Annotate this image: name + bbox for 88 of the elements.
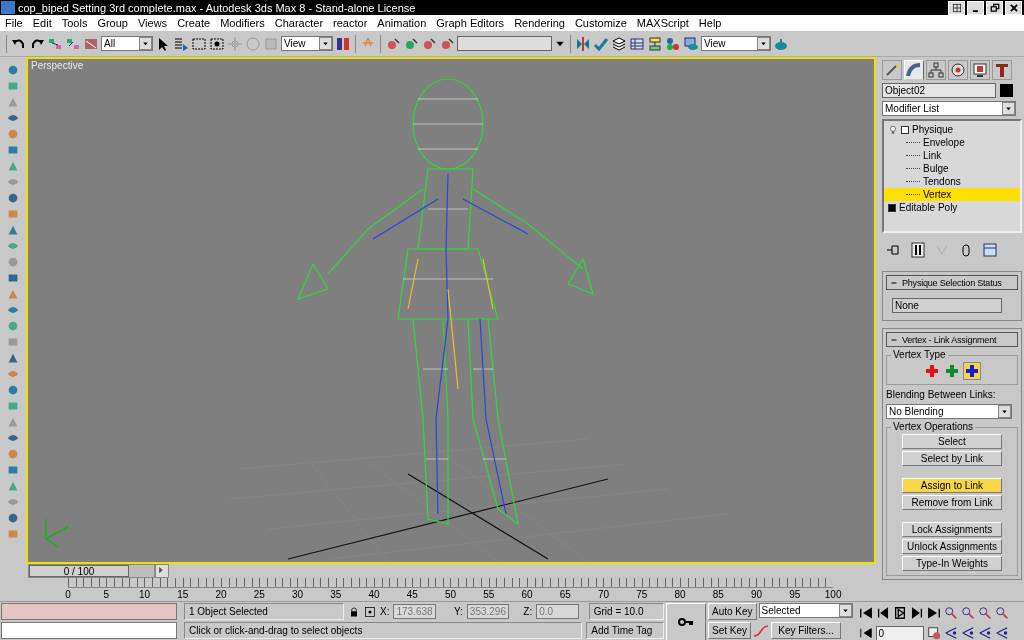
z-label: Z: (523, 606, 533, 617)
current-frame-field[interactable]: 0 (875, 625, 924, 640)
modifier-list-dropdown[interactable]: Modifier List (882, 101, 1016, 116)
blending-dropdown[interactable]: No Blending (886, 404, 1012, 419)
menu-item[interactable]: Edit (27, 17, 57, 29)
menu-item[interactable]: Create (172, 17, 216, 29)
auto-key-button[interactable]: Auto Key (708, 603, 757, 620)
x-label: X: (380, 606, 390, 617)
rollout-header[interactable]: Physique Selection Status (886, 275, 1018, 290)
sub-object-label: Envelope (923, 137, 965, 148)
menu-item[interactable]: Graph Editors (431, 17, 510, 29)
window-title: cop_biped Setting 3rd complete.max - Autodesk 3ds Max 8 - Stand-alone License (17, 1, 417, 14)
modifier-stack[interactable]: Physique Envelope Link Bulge Tendons Vertex Editable Poly (882, 119, 1022, 233)
frame-number: 95 (788, 589, 802, 600)
object-name-field[interactable]: Object02 (882, 83, 996, 98)
sub-object-label: Bulge (923, 163, 949, 174)
grid-size: Grid = 10.0 (588, 603, 665, 620)
sub-object-item[interactable]: Bulge (884, 162, 1020, 175)
frame-number: 70 (597, 589, 611, 600)
frame-number: 80 (673, 589, 687, 600)
frame-number: 85 (711, 589, 725, 600)
modifier-label: Physique (912, 124, 954, 135)
vertex-operation-button[interactable]: Unlock Assignments (902, 539, 1002, 554)
menu-item[interactable]: Rendering (509, 17, 570, 29)
frame-number: 30 (291, 589, 305, 600)
sub-object-label: Tendons (923, 176, 961, 187)
frame-number: 100 (823, 589, 843, 600)
rollout-title: Vertex - Link Assignment (902, 334, 997, 345)
menu-item[interactable]: MAXScript (631, 17, 694, 29)
vertex-operation-button[interactable]: Remove from Link (902, 495, 1002, 510)
frame-number: 5 (102, 589, 111, 600)
frame-number: 40 (367, 589, 381, 600)
sub-object-item[interactable]: Link (884, 149, 1020, 162)
vertex-operation-button[interactable]: Lock Assignments (902, 522, 1002, 537)
menu-item[interactable]: Group (92, 17, 133, 29)
frame-number: 75 (635, 589, 649, 600)
track-bar[interactable]: 0 5 10 15 20 25 30 35 40 45 50 55 60 65 70 75 80 85 90 95 100 (0, 578, 878, 601)
render-type-dropdown[interactable]: View (701, 36, 771, 51)
vertex-operation-button[interactable]: Type-In Weights (902, 556, 1002, 571)
add-time-tag-field[interactable]: Add Time Tag (586, 622, 664, 639)
viewport-label: Perspective (31, 60, 84, 71)
frame-number: 50 (444, 589, 458, 600)
stack-item[interactable]: Physique (884, 123, 1020, 136)
vertex-operation-button[interactable]: Assign to Link (902, 478, 1002, 493)
group-label: Vertex Operations (891, 421, 976, 432)
frame-number: 60 (520, 589, 534, 600)
rollout-header[interactable]: Vertex - Link Assignment (886, 332, 1018, 347)
frame-number: 90 (750, 589, 764, 600)
sub-object-item[interactable]: Vertex (884, 188, 1020, 201)
group-label: Vertex Type (891, 349, 948, 360)
menu-item[interactable]: File (0, 17, 28, 29)
selection-status-field: None (892, 298, 1002, 313)
rollout-title: Physique Selection Status (902, 277, 1002, 288)
time-slider-track[interactable]: 0 / 100 (28, 564, 155, 578)
frame-number: 65 (558, 589, 572, 600)
sub-object-item[interactable]: Envelope (884, 136, 1020, 149)
time-slider-thumb[interactable]: 0 / 100 (29, 565, 129, 577)
menu-item[interactable]: Modifiers (215, 17, 270, 29)
frame-number: 10 (138, 589, 152, 600)
vertex-operation-button[interactable]: Select (902, 434, 1002, 449)
key-filters-button[interactable]: Key Filters... (771, 622, 842, 639)
modifier-label: Editable Poly (899, 202, 958, 213)
menu-item[interactable]: Customize (569, 17, 632, 29)
selection-filter-dropdown[interactable]: All (101, 36, 153, 51)
key-mode-dropdown[interactable]: Selected (758, 603, 853, 618)
menu-item[interactable]: Views (132, 17, 173, 29)
selection-status: 1 Object Selected (184, 603, 344, 620)
sub-object-label: Vertex (923, 189, 952, 200)
frame-number: 15 (176, 589, 190, 600)
menu-item[interactable]: Character (269, 17, 329, 29)
sub-object-item[interactable]: Tendons (884, 175, 1020, 188)
frame-number: 20 (214, 589, 228, 600)
blending-label: Blending Between Links: (886, 389, 997, 400)
menu-item[interactable]: Help (693, 17, 727, 29)
frame-number: 35 (329, 589, 343, 600)
reference-coordinate-dropdown[interactable]: View (281, 36, 333, 51)
frame-number: 45 (405, 589, 419, 600)
y-label: Y: (453, 606, 463, 617)
frame-number: 25 (252, 589, 266, 600)
vertex-operation-button[interactable]: Select by Link (902, 451, 1002, 466)
menu-item[interactable]: Tools (56, 17, 93, 29)
frame-number: 55 (482, 589, 496, 600)
stack-item[interactable]: Editable Poly (884, 201, 1020, 214)
frame-number: 0 (64, 589, 72, 600)
set-key-toggle-button[interactable]: Set Key (708, 622, 752, 639)
menu-item[interactable]: Animation (372, 17, 432, 29)
sub-object-label: Link (923, 150, 942, 161)
menu-item[interactable]: reactor (328, 17, 373, 29)
